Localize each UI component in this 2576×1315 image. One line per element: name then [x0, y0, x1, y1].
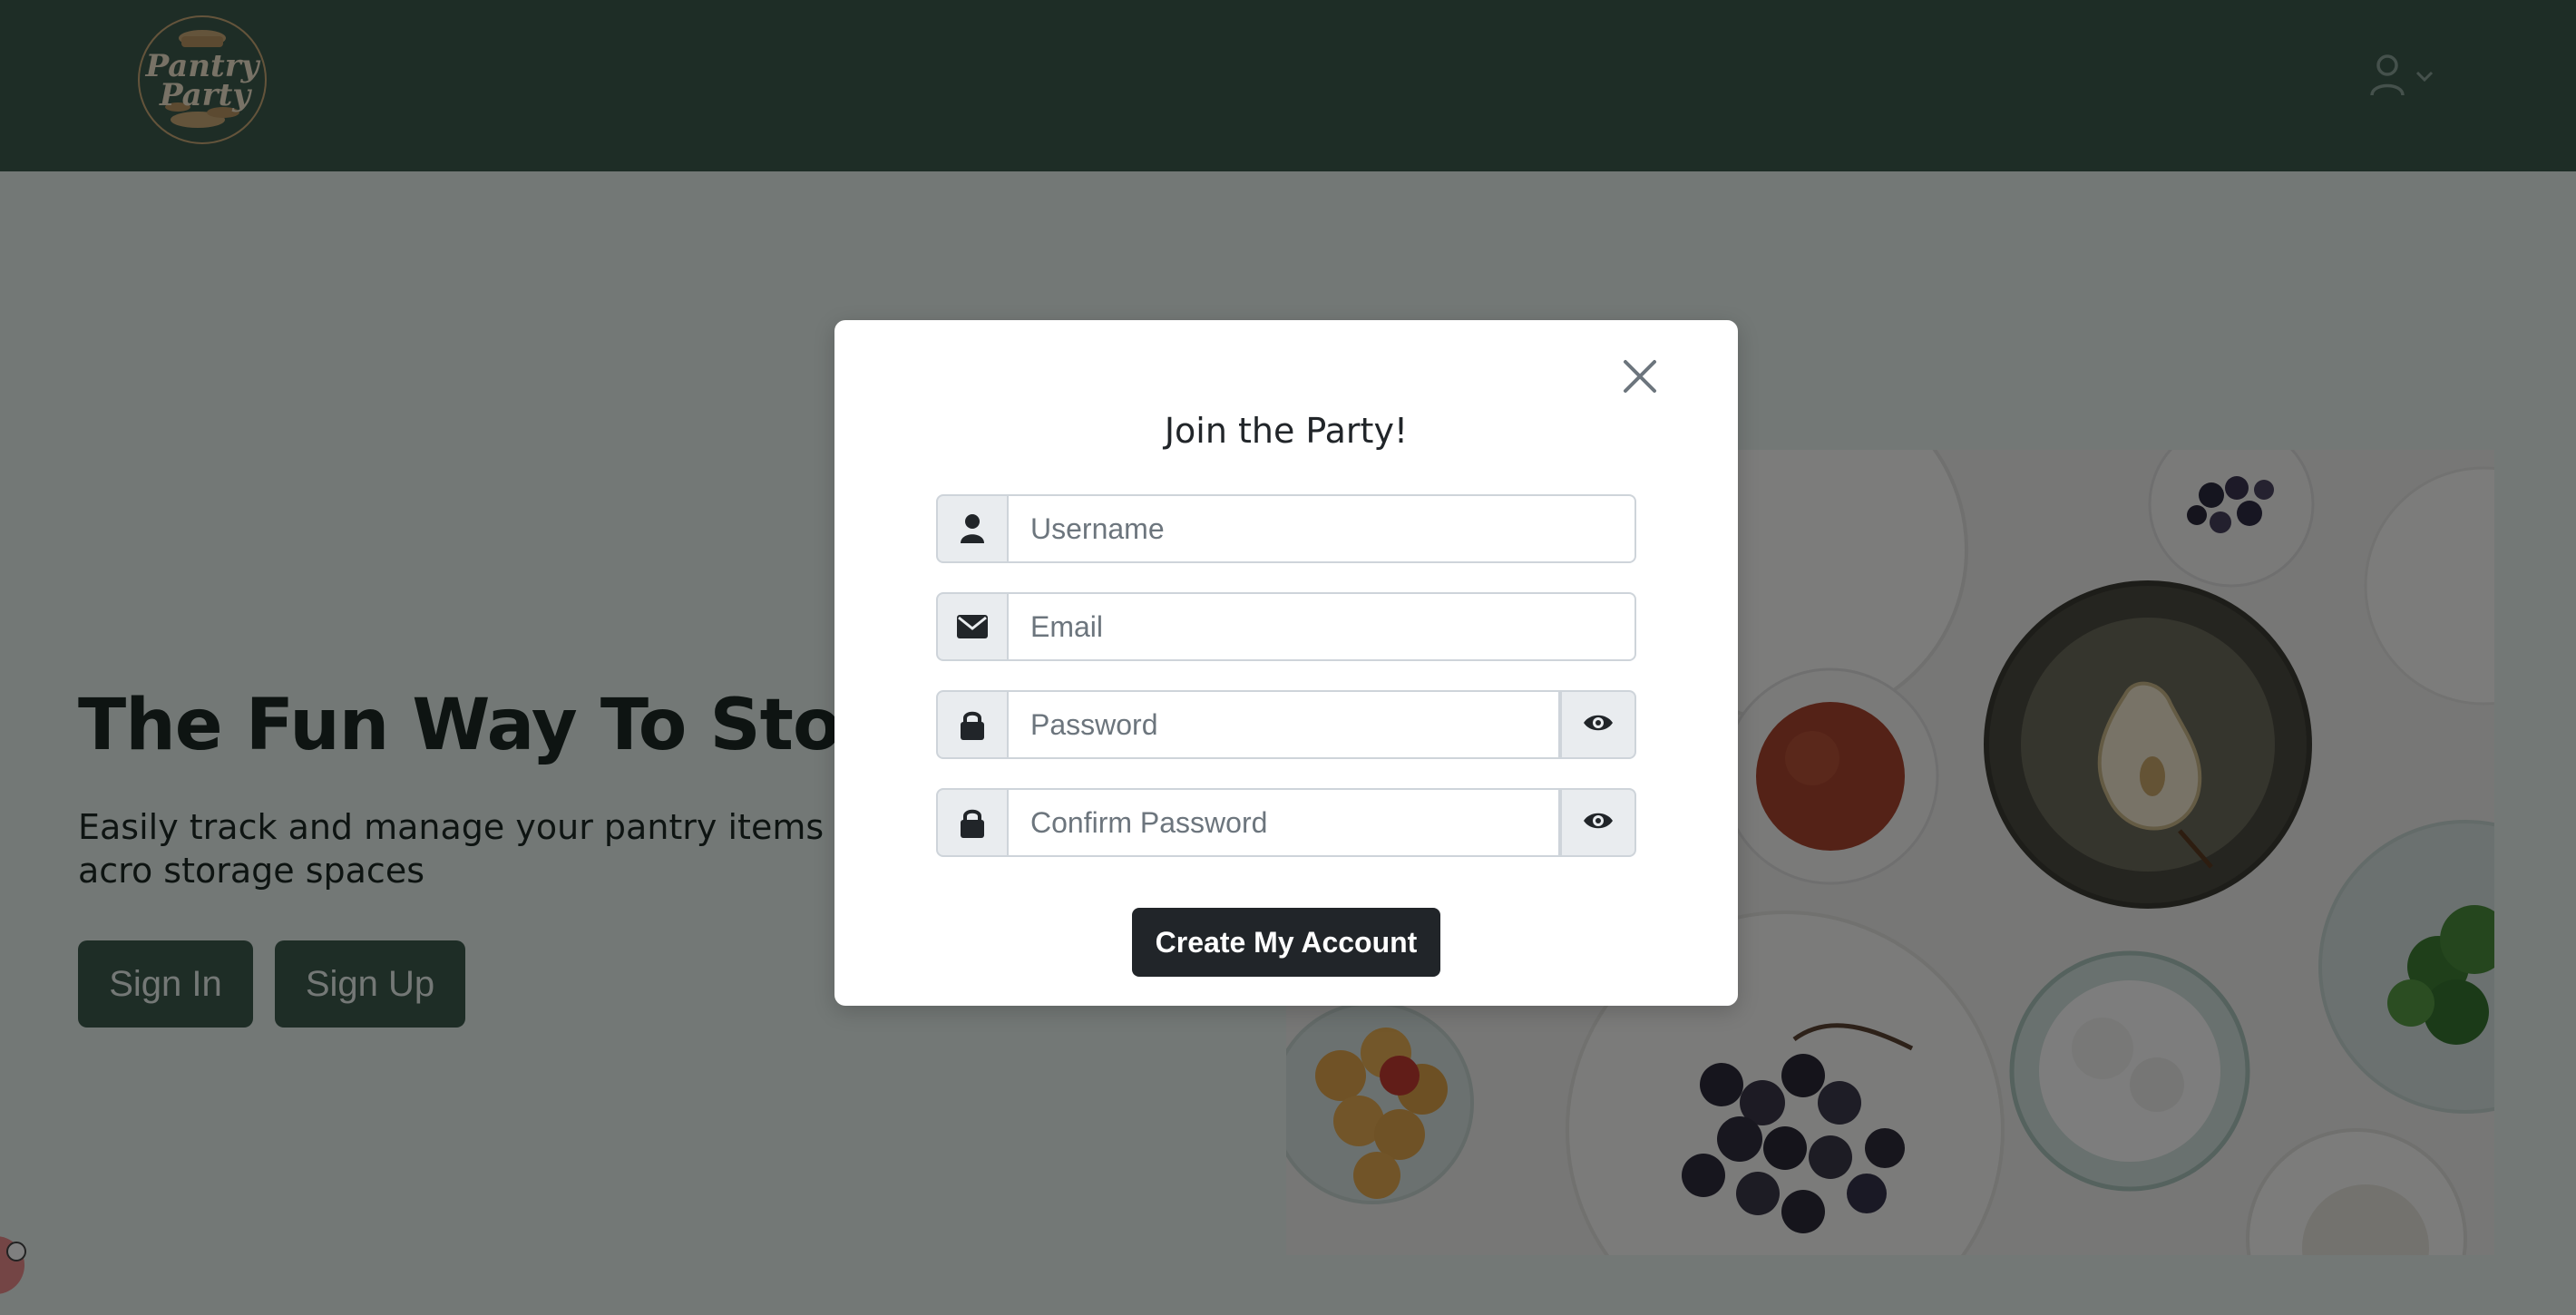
- email-input-group: [936, 592, 1636, 661]
- username-input-group: [936, 494, 1636, 563]
- close-button[interactable]: [1602, 342, 1678, 414]
- envelope-icon: [936, 592, 1009, 661]
- modal-title: Join the Party!: [1164, 411, 1409, 451]
- signup-modal: Join the Party! Username Email Create My…: [834, 320, 1738, 1006]
- eye-icon: [1583, 811, 1614, 834]
- confirm-password-input-group: [936, 788, 1636, 857]
- confirm-password-visibility-toggle[interactable]: [1560, 788, 1636, 857]
- password-input-group: [936, 690, 1636, 759]
- close-icon: [1622, 358, 1658, 398]
- password-input[interactable]: [1009, 690, 1560, 759]
- username-input[interactable]: [1009, 494, 1636, 563]
- lock-icon: [936, 690, 1009, 759]
- lock-icon: [936, 788, 1009, 857]
- email-input[interactable]: [1009, 592, 1636, 661]
- page: Pantry Party The Fun Way To Stock Y Easi…: [0, 0, 2576, 1315]
- password-visibility-toggle[interactable]: [1560, 690, 1636, 759]
- eye-icon: [1583, 713, 1614, 736]
- create-account-button[interactable]: Create My Account: [1132, 908, 1440, 977]
- user-icon: [936, 494, 1009, 563]
- confirm-password-input[interactable]: [1009, 788, 1560, 857]
